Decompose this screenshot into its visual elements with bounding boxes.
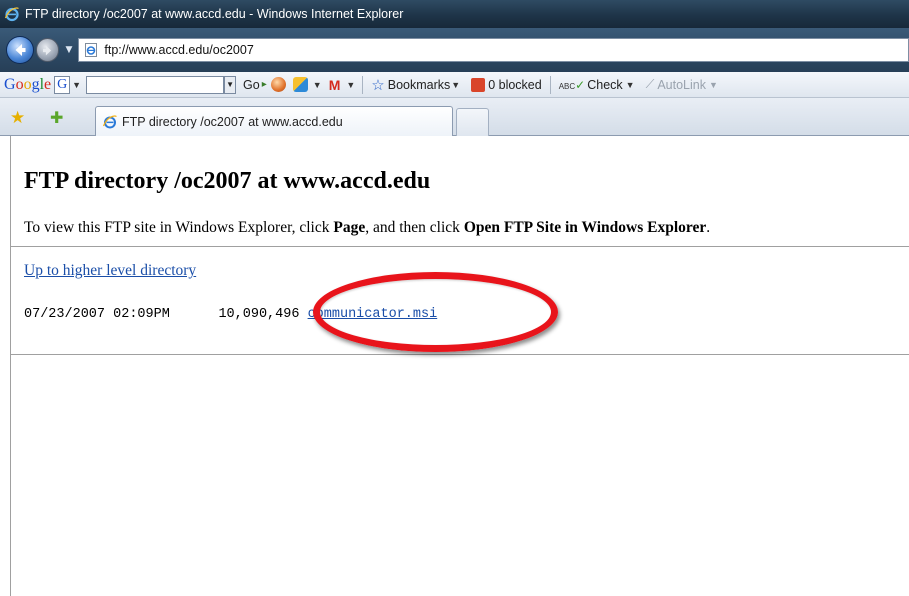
- google-menu-button[interactable]: G: [54, 75, 71, 94]
- file-link[interactable]: communicator.msi: [308, 307, 438, 322]
- toolbar-separator: [549, 75, 551, 94]
- address-input[interactable]: ftp://www.accd.edu/oc2007: [78, 38, 909, 62]
- abc-check-icon: ABC✓: [558, 77, 586, 92]
- instruction-middle: , and then click: [365, 219, 464, 236]
- go-label: Go: [243, 77, 260, 92]
- go-button[interactable]: Go ▸: [243, 78, 267, 92]
- toolbar-separator: [362, 75, 364, 94]
- address-url: ftp://www.accd.edu/oc2007: [104, 43, 254, 57]
- instruction-page: Page: [333, 219, 366, 236]
- back-button[interactable]: [6, 36, 34, 64]
- forward-arrow-icon: [43, 45, 52, 55]
- autolink-button[interactable]: ⟋ AutoLink ▼: [646, 77, 721, 92]
- file-time: 02:09PM: [113, 307, 170, 322]
- popup-blocker-button[interactable]: 0 blocked: [471, 77, 542, 92]
- tab-ftp-directory[interactable]: FTP directory /oc2007 at www.accd.edu: [95, 106, 453, 136]
- check-label: Check: [587, 77, 623, 92]
- spellcheck-globe-icon[interactable]: [270, 77, 286, 92]
- instruction-prefix: To view this FTP site in Windows Explore…: [24, 219, 334, 236]
- instructions-text: To view this FTP site in Windows Explore…: [24, 219, 710, 237]
- gmail-button[interactable]: M: [329, 77, 341, 93]
- favorites-star-icon[interactable]: ★: [10, 108, 25, 128]
- address-row: ▼ ftp://www.accd.edu/oc2007: [0, 28, 909, 72]
- check-dropdown-icon: ▼: [625, 79, 635, 90]
- instruction-suffix: .: [706, 219, 711, 236]
- divider-top: [11, 246, 909, 247]
- google-search-input[interactable]: [86, 75, 225, 94]
- window-title-bar: FTP directory /oc2007 at www.accd.edu - …: [0, 0, 909, 28]
- autolink-label: AutoLink: [657, 77, 706, 92]
- puzzle-icon[interactable]: [292, 77, 308, 92]
- page-title: FTP directory /oc2007 at www.accd.edu: [24, 168, 431, 194]
- page-content: FTP directory /oc2007 at www.accd.edu To…: [10, 136, 909, 596]
- ie-page-icon: [102, 114, 117, 128]
- ie-logo-icon: [4, 7, 19, 22]
- google-toolbar: Google G ▼ ▼ Go ▸ ▼ M ▼ ☆ Bookmarks ▼ 0 …: [0, 72, 909, 98]
- google-logo: Google: [4, 75, 52, 93]
- file-entry: 07/23/2007 02:09PM 10,090,496 communicat…: [24, 307, 437, 322]
- popup-blocked-icon: [471, 77, 486, 92]
- forward-button[interactable]: [35, 38, 60, 62]
- bookmarks-button[interactable]: ☆ Bookmarks ▼: [371, 76, 463, 94]
- file-date: 07/23/2007: [24, 307, 106, 322]
- instruction-action: Open FTP Site in Windows Explorer: [463, 219, 707, 236]
- autolink-dropdown-icon: ▼: [709, 79, 718, 90]
- go-arrow-icon: ▸: [261, 79, 267, 90]
- gmail-dropdown-icon[interactable]: ▼: [346, 80, 355, 90]
- tab-row: ★ ✚ FTP directory /oc2007 at www.accd.ed…: [0, 98, 909, 136]
- recent-pages-dropdown-icon[interactable]: ▼: [65, 45, 72, 55]
- window-title: FTP directory /oc2007 at www.accd.edu - …: [25, 7, 404, 21]
- file-size: 10,090,496: [218, 307, 300, 322]
- up-directory-link[interactable]: Up to higher level directory: [24, 262, 196, 280]
- puzzle-dropdown-icon[interactable]: ▼: [313, 80, 322, 90]
- back-arrow-icon: [15, 44, 26, 56]
- bookmarks-dropdown-icon: ▼: [451, 79, 461, 90]
- star-outline-icon: ☆: [371, 76, 385, 94]
- blocked-label: 0 blocked: [488, 77, 542, 92]
- search-history-dropdown-icon[interactable]: ▼: [224, 75, 237, 94]
- page-icon: [85, 43, 98, 57]
- spellcheck-button[interactable]: ABC✓ Check ▼: [559, 78, 638, 92]
- divider-bottom: [11, 354, 909, 355]
- autolink-wand-icon: ⟋: [645, 77, 655, 91]
- google-menu-dropdown-icon[interactable]: ▼: [72, 80, 81, 90]
- bookmarks-label: Bookmarks: [387, 77, 451, 92]
- add-favorites-icon[interactable]: ✚: [50, 108, 63, 127]
- new-tab-button[interactable]: [456, 108, 489, 136]
- tab-label: FTP directory /oc2007 at www.accd.edu: [122, 114, 343, 129]
